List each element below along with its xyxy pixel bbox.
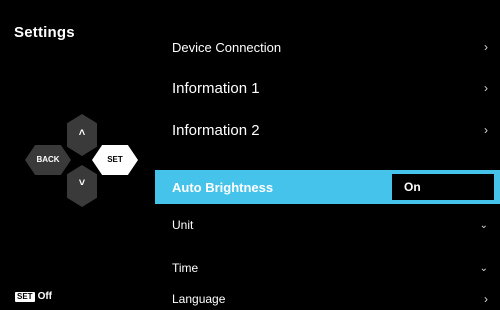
dpad-up-button[interactable]: ˄: [67, 114, 97, 156]
chevron-up-icon: ˄: [78, 127, 86, 139]
menu-item-information-1[interactable]: Information 1 ›: [155, 74, 500, 102]
chevron-right-icon: ›: [484, 40, 488, 54]
dpad-set-button[interactable]: SET: [92, 145, 138, 175]
menu-item-label: Auto Brightness: [172, 179, 274, 195]
set-label: SET: [107, 155, 123, 164]
chevron-right-icon: ›: [484, 292, 488, 306]
menu-item-device-connection[interactable]: Device Connection ›: [155, 35, 500, 59]
auto-brightness-value[interactable]: On: [392, 174, 494, 200]
menu-item-language[interactable]: Language ›: [155, 288, 500, 310]
dpad-down-button[interactable]: ˅: [67, 165, 97, 207]
chevron-down-icon: ⌄: [479, 262, 488, 274]
set-badge: SET: [15, 291, 35, 302]
chevron-right-icon: ›: [484, 123, 488, 137]
menu-item-label: Information 2: [172, 121, 260, 139]
menu-item-unit[interactable]: Unit ⌄: [155, 213, 500, 237]
chevron-right-icon: ›: [484, 81, 488, 95]
menu-item-time[interactable]: Time ⌄: [155, 256, 500, 280]
menu-item-label: Unit: [172, 218, 194, 232]
chevron-down-icon: ⌄: [479, 219, 488, 231]
settings-menu: Device Connection › Information 1 › Info…: [155, 0, 500, 309]
dpad-back-button[interactable]: BACK: [25, 145, 71, 175]
menu-item-label: Device Connection: [172, 39, 282, 55]
dpad-control: ˄ BACK SET ˅: [0, 0, 150, 309]
menu-item-label: Time: [172, 261, 199, 275]
chevron-down-icon: ˅: [78, 177, 86, 189]
menu-item-label: Information 1: [172, 79, 260, 97]
menu-item-label: Language: [172, 292, 226, 306]
back-label: BACK: [36, 155, 60, 164]
set-off-text: Off: [37, 291, 53, 302]
menu-item-information-2[interactable]: Information 2 ›: [155, 116, 500, 144]
set-off-hint: SET Off: [15, 291, 52, 302]
menu-item-auto-brightness[interactable]: Auto Brightness On: [155, 170, 500, 204]
